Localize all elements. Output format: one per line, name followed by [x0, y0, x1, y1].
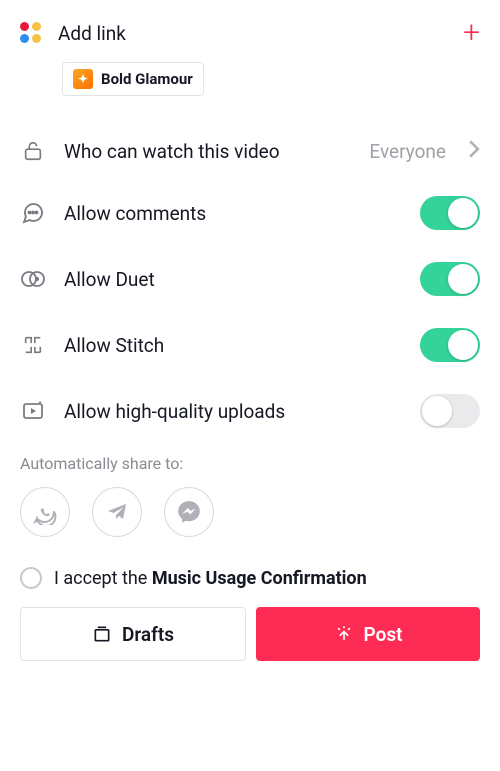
duet-row: Allow Duet — [20, 246, 480, 312]
stitch-row: Allow Stitch — [20, 312, 480, 378]
duet-icon — [20, 266, 46, 292]
stitch-toggle[interactable] — [420, 328, 480, 362]
music-confirmation-row[interactable]: I accept the Music Usage Confirmation — [20, 567, 480, 589]
share-messenger-button[interactable] — [164, 487, 214, 537]
privacy-row[interactable]: Who can watch this video Everyone — [20, 122, 480, 180]
add-link-label[interactable]: Add link — [58, 22, 126, 45]
share-section-label: Automatically share to: — [20, 454, 480, 473]
comments-toggle[interactable] — [420, 196, 480, 230]
share-whatsapp-button[interactable] — [20, 487, 70, 537]
comments-row: Allow comments — [20, 180, 480, 246]
comment-icon — [20, 200, 46, 226]
app-dots-icon — [20, 22, 42, 44]
privacy-value: Everyone — [369, 140, 446, 163]
post-icon — [334, 624, 354, 644]
accept-prefix: I accept the — [54, 568, 152, 589]
share-telegram-button[interactable] — [92, 487, 142, 537]
effect-name: Bold Glamour — [101, 70, 193, 88]
drafts-icon — [92, 624, 112, 644]
hq-toggle[interactable] — [420, 394, 480, 428]
chevron-right-icon — [468, 140, 480, 162]
lock-open-icon — [20, 138, 46, 164]
hq-row: Allow high-quality uploads — [20, 378, 480, 444]
accept-radio[interactable] — [20, 567, 42, 589]
effect-chip[interactable]: ✦ Bold Glamour — [62, 62, 204, 96]
post-button[interactable]: Post — [256, 607, 480, 661]
add-link-plus-button[interactable]: + — [463, 18, 480, 48]
upload-hq-icon — [20, 398, 46, 424]
stitch-label: Allow Stitch — [64, 334, 402, 357]
drafts-label: Drafts — [122, 623, 174, 646]
accept-bold: Music Usage Confirmation — [152, 568, 367, 589]
effect-sparkle-icon: ✦ — [73, 69, 93, 89]
duet-label: Allow Duet — [64, 268, 402, 291]
duet-toggle[interactable] — [420, 262, 480, 296]
drafts-button[interactable]: Drafts — [20, 607, 246, 661]
comments-label: Allow comments — [64, 202, 402, 225]
post-label: Post — [364, 623, 403, 646]
accept-text: I accept the Music Usage Confirmation — [54, 568, 367, 589]
stitch-icon — [20, 332, 46, 358]
hq-label: Allow high-quality uploads — [64, 400, 402, 423]
privacy-label: Who can watch this video — [64, 140, 351, 163]
